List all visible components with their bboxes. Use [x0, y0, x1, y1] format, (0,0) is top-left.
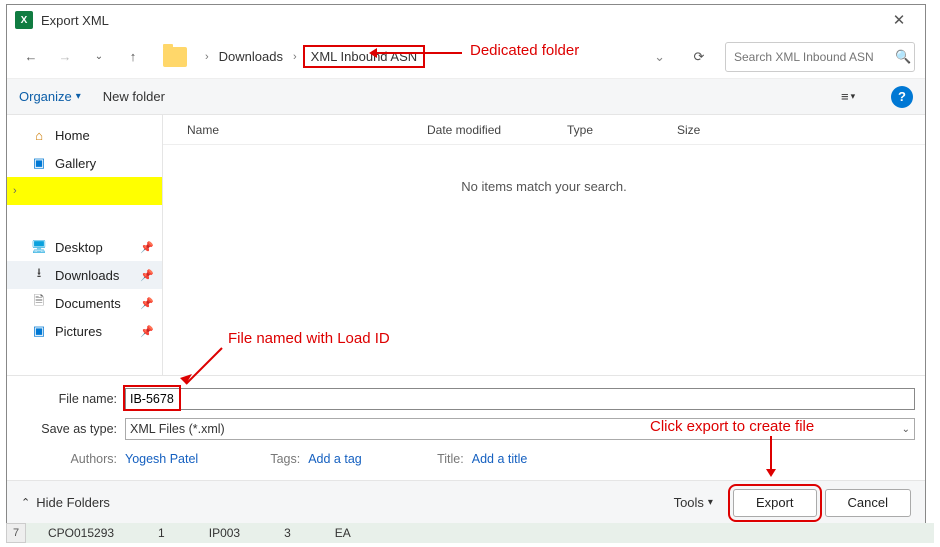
- empty-folder-message: No items match your search.: [163, 179, 925, 194]
- export-button[interactable]: Export: [733, 489, 817, 517]
- download-icon: ⭳: [31, 267, 47, 283]
- sidebar-item-gallery[interactable]: ▣ Gallery: [7, 149, 162, 177]
- sheet-cell: 3: [262, 526, 313, 540]
- sidebar-item-desktop[interactable]: 🖥 Desktop 📌: [7, 233, 162, 261]
- search-box[interactable]: 🔍: [725, 42, 915, 72]
- view-options-button[interactable]: ≡ ▾: [841, 87, 869, 107]
- chevron-down-icon: ⌄: [902, 424, 910, 435]
- window-title: Export XML: [41, 13, 881, 28]
- tools-menu[interactable]: Tools ▾: [674, 495, 713, 510]
- organize-menu[interactable]: Organize ▾: [19, 89, 81, 104]
- file-list-pane: Name Date modified Type Size No items ma…: [163, 115, 925, 375]
- search-input[interactable]: [734, 50, 889, 64]
- nav-forward-button[interactable]: →: [51, 43, 79, 71]
- excel-app-icon: X: [15, 11, 33, 29]
- sheet-cell: IP003: [187, 526, 262, 540]
- navigation-sidebar: ⌂ Home ▣ Gallery › 🖥 Desktop 📌 ⭳ Downloa…: [7, 115, 163, 375]
- sheet-row-number: 7: [6, 523, 26, 543]
- help-button[interactable]: ?: [891, 86, 913, 108]
- tags-value[interactable]: Add a tag: [308, 452, 362, 466]
- chevron-up-icon: ⌃: [21, 496, 30, 509]
- pin-icon: 📌: [140, 297, 154, 310]
- sidebar-item-pictures[interactable]: ▣ Pictures 📌: [7, 317, 162, 345]
- title-label: Title:: [422, 452, 472, 466]
- chevron-right-icon: ›: [203, 51, 211, 63]
- tags-label: Tags:: [258, 452, 308, 466]
- search-icon: 🔍: [895, 49, 911, 65]
- crumb-downloads[interactable]: Downloads: [215, 47, 287, 66]
- sidebar-item-downloads[interactable]: ⭳ Downloads 📌: [7, 261, 162, 289]
- list-view-icon: ≡: [841, 89, 849, 104]
- title-value[interactable]: Add a title: [472, 452, 528, 466]
- chevron-down-icon: ▾: [708, 497, 713, 508]
- chevron-right-icon: ›: [13, 185, 17, 197]
- column-header-size[interactable]: Size: [677, 123, 757, 137]
- address-breadcrumb[interactable]: › Downloads › XML Inbound ASN ⌄: [197, 41, 679, 73]
- chevron-down-icon[interactable]: ⌄: [654, 49, 673, 65]
- sidebar-item-documents[interactable]: 🗎 Documents 📌: [7, 289, 162, 317]
- gallery-icon: ▣: [31, 155, 47, 171]
- column-header-name[interactable]: Name: [187, 123, 427, 137]
- pin-icon: 📌: [140, 325, 154, 338]
- home-icon: ⌂: [31, 127, 47, 143]
- desktop-icon: 🖥: [31, 239, 47, 255]
- new-folder-button[interactable]: New folder: [103, 89, 165, 104]
- sheet-cell: 1: [136, 526, 187, 540]
- sidebar-item-home[interactable]: ⌂ Home: [7, 121, 162, 149]
- document-icon: 🗎: [31, 295, 47, 311]
- crumb-target-folder[interactable]: XML Inbound ASN: [303, 45, 425, 68]
- chevron-right-icon: ›: [291, 51, 299, 63]
- chevron-down-icon: ▾: [851, 91, 856, 102]
- filename-input[interactable]: [125, 388, 915, 410]
- saveastype-dropdown[interactable]: XML Files (*.xml) ⌄: [125, 418, 915, 440]
- refresh-button[interactable]: ⟳: [685, 43, 713, 71]
- column-header-type[interactable]: Type: [567, 123, 677, 137]
- nav-up-button[interactable]: ↑: [119, 43, 147, 71]
- saveastype-label: Save as type:: [17, 422, 125, 436]
- sidebar-item-redacted[interactable]: ›: [7, 177, 162, 205]
- filename-label: File name:: [17, 392, 125, 406]
- pin-icon: 📌: [140, 269, 154, 282]
- cancel-button[interactable]: Cancel: [825, 489, 911, 517]
- nav-back-button[interactable]: ←: [17, 43, 45, 71]
- sheet-cell: CPO015293: [26, 526, 136, 540]
- pin-icon: 📌: [140, 241, 154, 254]
- chevron-down-icon: ▾: [76, 91, 81, 102]
- authors-value[interactable]: Yogesh Patel: [125, 452, 198, 466]
- nav-recent-dropdown[interactable]: ⌄: [85, 43, 113, 71]
- close-button[interactable]: ✕: [881, 6, 917, 34]
- authors-label: Authors:: [17, 452, 125, 466]
- hide-folders-toggle[interactable]: ⌃ Hide Folders: [21, 495, 110, 510]
- folder-icon: [163, 47, 187, 67]
- pictures-icon: ▣: [31, 323, 47, 339]
- sheet-cell: EA: [313, 526, 373, 540]
- column-header-date[interactable]: Date modified: [427, 123, 567, 137]
